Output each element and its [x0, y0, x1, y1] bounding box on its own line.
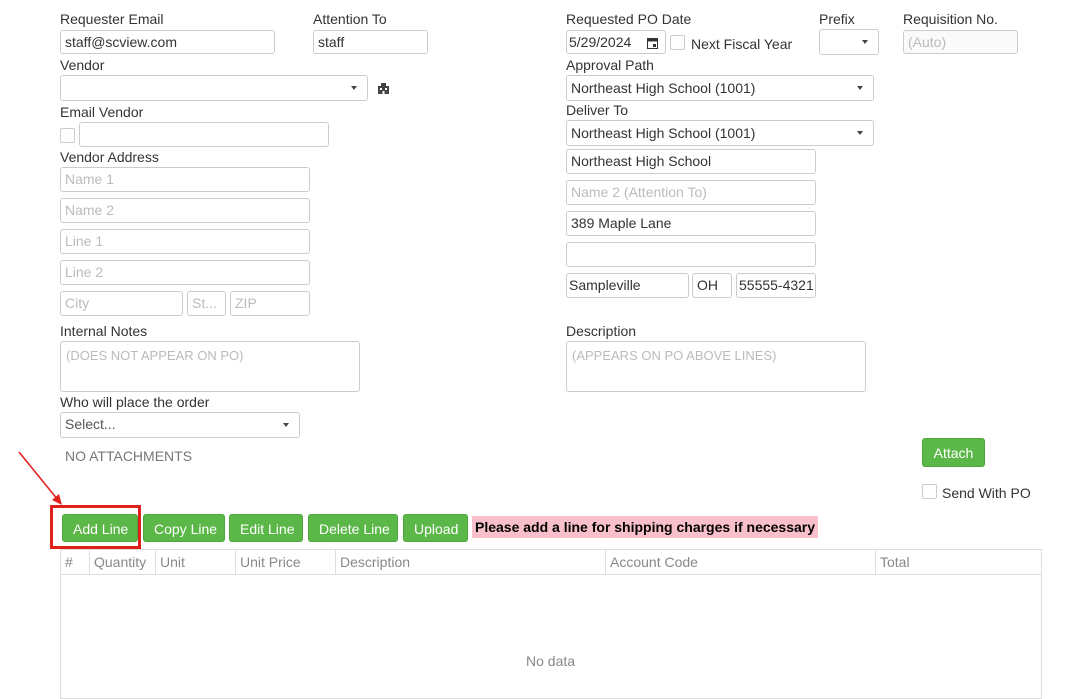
requested-po-date-value: 5/29/2024	[569, 34, 632, 50]
column-header-unit[interactable]: Unit	[156, 550, 236, 574]
send-with-po-checkbox[interactable]	[922, 484, 937, 499]
next-fiscal-year-checkbox[interactable]	[670, 35, 685, 50]
email-vendor-label: Email Vendor	[60, 104, 144, 120]
delete-line-button[interactable]: Delete Line	[308, 514, 398, 542]
column-header-account-code[interactable]: Account Code	[606, 550, 876, 574]
requested-po-date-input[interactable]: 5/29/2024	[566, 30, 666, 54]
column-header-total[interactable]: Total	[876, 550, 1041, 574]
deliver-to-label: Deliver To	[566, 102, 628, 118]
column-header-quantity[interactable]: Quantity	[90, 550, 156, 574]
requester-email-input[interactable]: staff@scview.com	[60, 30, 275, 54]
description-label: Description	[566, 323, 637, 339]
vendor-select[interactable]	[60, 75, 368, 101]
deliver-to-select[interactable]: Northeast High School (1001)	[566, 120, 874, 146]
description-textarea[interactable]: (APPEARS ON PO ABOVE LINES)	[566, 341, 866, 392]
send-with-po-label: Send With PO	[942, 485, 1031, 501]
requester-email-label: Requester Email	[60, 11, 164, 27]
annotation-arrow	[18, 451, 62, 505]
deliver-city-input[interactable]: Sampleville	[566, 273, 689, 298]
vendor-city-input[interactable]: City	[60, 291, 183, 316]
add-line-button[interactable]: Add Line	[62, 514, 138, 542]
attention-to-label: Attention To	[313, 11, 387, 27]
vendor-state-input[interactable]: St...	[187, 291, 226, 316]
copy-line-button[interactable]: Copy Line	[143, 514, 225, 542]
building-icon[interactable]	[377, 82, 390, 98]
lines-grid: # Quantity Unit Unit Price Description A…	[60, 549, 1042, 699]
deliver-zip-input[interactable]: 55555-4321	[736, 273, 816, 298]
approval-path-select[interactable]: Northeast High School (1001)	[566, 75, 874, 101]
deliver-name1-input[interactable]: Northeast High School	[566, 149, 816, 174]
shipping-notice: Please add a line for shipping charges i…	[472, 516, 819, 538]
calendar-icon[interactable]	[647, 33, 658, 49]
email-vendor-input[interactable]	[79, 122, 329, 147]
attachments-status: NO ATTACHMENTS	[65, 448, 193, 464]
who-places-order-select[interactable]: Select...	[60, 412, 300, 438]
column-header-number[interactable]: #	[61, 550, 90, 574]
who-places-order-label: Who will place the order	[60, 394, 210, 410]
internal-notes-textarea[interactable]: (DOES NOT APPEAR ON PO)	[60, 341, 360, 392]
prefix-label: Prefix	[819, 11, 855, 27]
deliver-name2-input[interactable]: Name 2 (Attention To)	[566, 180, 816, 205]
deliver-state-input[interactable]: OH	[692, 273, 732, 298]
requested-po-date-label: Requested PO Date	[566, 11, 692, 27]
vendor-label: Vendor	[60, 57, 105, 73]
deliver-line2-input[interactable]	[566, 242, 816, 267]
internal-notes-label: Internal Notes	[60, 323, 148, 339]
upload-button[interactable]: Upload	[403, 514, 468, 542]
prefix-select[interactable]	[819, 29, 879, 55]
edit-line-button[interactable]: Edit Line	[229, 514, 303, 542]
approval-path-label: Approval Path	[566, 57, 654, 73]
requisition-no-label: Requisition No.	[903, 11, 998, 27]
column-header-description[interactable]: Description	[336, 550, 606, 574]
attention-to-input[interactable]: staff	[313, 30, 428, 54]
vendor-address-label: Vendor Address	[60, 149, 159, 165]
column-header-unit-price[interactable]: Unit Price	[236, 550, 336, 574]
email-vendor-checkbox[interactable]	[60, 128, 75, 143]
vendor-name2-input[interactable]: Name 2	[60, 198, 310, 223]
vendor-line2-input[interactable]: Line 2	[60, 260, 310, 285]
vendor-line1-input[interactable]: Line 1	[60, 229, 310, 254]
deliver-line1-input[interactable]: 389 Maple Lane	[566, 211, 816, 236]
attach-button[interactable]: Attach	[922, 438, 985, 467]
vendor-name1-input[interactable]: Name 1	[60, 167, 310, 192]
vendor-zip-input[interactable]: ZIP	[230, 291, 310, 316]
next-fiscal-year-label: Next Fiscal Year	[691, 36, 793, 52]
requisition-no-input: (Auto)	[903, 30, 1018, 54]
grid-empty-text: No data	[526, 653, 576, 669]
